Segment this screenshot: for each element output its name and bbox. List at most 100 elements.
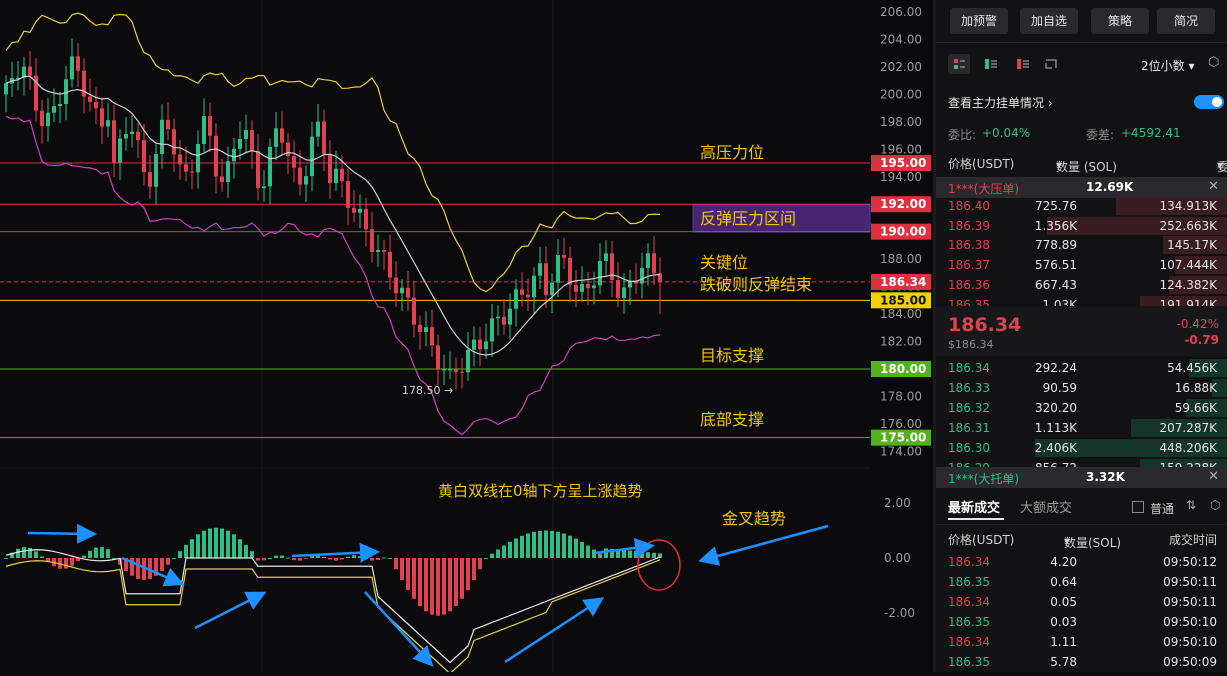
price-axis-label: 182.00: [880, 335, 922, 349]
trade-row[interactable]: 186.35 5.78 09:50:09: [936, 652, 1227, 672]
sort-icon: ▾: [1056, 158, 1063, 172]
candle-body: [598, 260, 602, 286]
candle-body: [262, 186, 266, 189]
macd-bar: [622, 550, 626, 558]
bid-row[interactable]: 186.33 90.59 16.88K: [936, 378, 1227, 398]
trend-arrow: [194, 591, 267, 630]
candle-body: [496, 316, 500, 319]
price-axis-label: 196.00: [880, 142, 922, 156]
bid-qty: 2.406K: [1034, 441, 1077, 455]
macd-bar: [400, 558, 404, 581]
macd-bar: [244, 544, 248, 558]
add-watchlist-button[interactable]: 加自选: [1020, 8, 1078, 34]
bid-row[interactable]: 186.31 1.113K 207.287K: [936, 418, 1227, 438]
bid-row[interactable]: 186.32 320.20 59.66K: [936, 398, 1227, 418]
tab-large-trades[interactable]: 大额成交: [1020, 497, 1072, 516]
bid-total: 16.88K: [1174, 381, 1217, 395]
macd-bar: [160, 558, 164, 571]
candle-body: [124, 134, 128, 139]
macd-bar: [40, 556, 44, 558]
ask-total: 252.663K: [1159, 218, 1218, 233]
price-axis-label: 202.00: [880, 60, 922, 74]
macd-bar: [262, 558, 266, 561]
macd-bar: [250, 551, 254, 558]
macd-bar: [238, 539, 242, 558]
main-orders-link[interactable]: 查看主力挂单情况 ›: [948, 94, 1053, 111]
add-alert-button[interactable]: 加预警: [950, 8, 1008, 34]
ask-row[interactable]: 186.38 778.89 145.17K: [936, 235, 1227, 255]
macd-bar: [184, 544, 188, 558]
close-icon[interactable]: ✕: [1208, 469, 1219, 484]
candle-body: [220, 176, 224, 183]
expand-icon[interactable]: [1040, 54, 1062, 74]
decimals-select[interactable]: 2位小数 ▾: [1141, 57, 1195, 74]
big-ask-banner[interactable]: 1***(大压单) 12.69K ✕: [936, 177, 1227, 198]
candle-body: [298, 167, 302, 185]
candle-body: [256, 150, 260, 189]
bid-row[interactable]: 186.30 2.406K 448.206K: [936, 438, 1227, 458]
candle-body: [388, 251, 392, 278]
macd-bar: [628, 550, 632, 558]
macd-bar: [196, 534, 200, 558]
macd-bar: [376, 558, 380, 561]
price-chart[interactable]: 206.00 204.00 202.00 200.00 198.00 196.00 194.…: [0, 0, 933, 675]
ask-row[interactable]: 186.40 725.76 134.913K: [936, 196, 1227, 216]
settings-icon[interactable]: ⬡: [1210, 498, 1220, 512]
annotation-macd-note: 黄白双线在0轴下方呈上涨趋势: [438, 482, 643, 500]
col-qty-label: 数量 (SOL): [1056, 160, 1117, 174]
trade-row[interactable]: 186.34 4.20 09:50:12: [936, 552, 1227, 572]
candle-body: [118, 138, 122, 163]
ask-total: 107.444K: [1159, 258, 1218, 273]
candle-body: [436, 345, 440, 370]
candle-body: [136, 131, 140, 141]
ask-row[interactable]: 186.37 576.51 107.444K: [936, 255, 1227, 275]
candle-body: [100, 108, 104, 127]
candle-body: [484, 341, 488, 350]
bid-price: 186.34: [948, 361, 990, 375]
trade-row[interactable]: 186.34 0.05 09:50:11: [936, 592, 1227, 612]
toolbar-divider: [936, 42, 1227, 43]
macd-bar: [256, 558, 260, 561]
main-orders-toggle[interactable]: [1194, 95, 1224, 109]
level-tag-value: 186.34: [880, 275, 926, 289]
ask-row[interactable]: 186.36 667.43 124.382K: [936, 275, 1227, 295]
macd-bar: [34, 551, 38, 558]
candlestick-chart-svg[interactable]: 206.00 204.00 202.00 200.00 198.00 196.00 194.…: [0, 0, 933, 675]
candle-body: [574, 284, 578, 292]
view-bids-icon[interactable]: [980, 54, 1002, 74]
col-trade-qty-label: 数量(SOL): [1064, 536, 1122, 550]
trade-row[interactable]: 186.34 1.11 09:50:10: [936, 632, 1227, 652]
big-bid-banner[interactable]: 1***(大托单) 3.32K ✕: [936, 467, 1227, 488]
bid-total: 59.66K: [1174, 401, 1217, 415]
settings-icon[interactable]: ⬡: [1208, 55, 1219, 70]
macd-bar: [442, 558, 446, 615]
overview-button[interactable]: 简况: [1157, 8, 1215, 34]
candle-body: [514, 289, 518, 309]
macd-bar: [526, 533, 530, 558]
candle-body: [334, 168, 338, 183]
ask-row[interactable]: 186.39 1.356K 252.663K: [936, 216, 1227, 236]
macd-bar: [418, 558, 422, 607]
view-both-icon[interactable]: [948, 54, 970, 74]
bollinger-upper: [5, 12, 661, 293]
candle-body: [94, 101, 98, 109]
filter-checkbox[interactable]: [1132, 501, 1144, 513]
trade-row[interactable]: 186.35 0.03 09:50:10: [936, 612, 1227, 632]
candle-body: [4, 83, 8, 95]
trade-row[interactable]: 186.35 0.64 09:50:11: [936, 572, 1227, 592]
bid-row[interactable]: 186.34 292.24 54.456K: [936, 358, 1227, 378]
close-icon[interactable]: ✕: [1208, 179, 1219, 194]
macd-bar: [430, 558, 434, 615]
candle-body: [40, 110, 44, 127]
view-asks-icon[interactable]: [1012, 54, 1034, 74]
trade-time: 09:50:11: [1163, 595, 1217, 609]
trade-price: 186.34: [948, 555, 990, 569]
macd-bar: [214, 527, 218, 558]
strategy-button[interactable]: 策略: [1091, 8, 1149, 34]
macd-bar: [484, 558, 488, 559]
list-filter-icon[interactable]: ⇅: [1186, 498, 1196, 512]
candle-body: [472, 339, 476, 350]
last-price: 186.34: [948, 314, 1022, 336]
tab-latest-trades[interactable]: 最新成交: [948, 497, 1000, 516]
trade-price: 186.34: [948, 595, 990, 609]
